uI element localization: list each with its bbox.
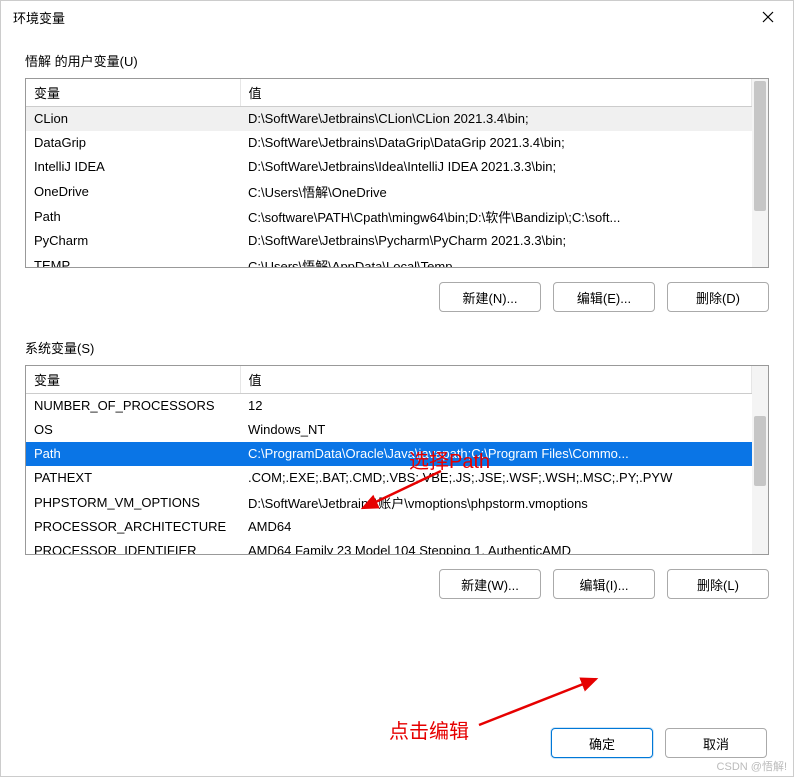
cell-value: D:\SoftWare\Jetbrains\账户\vmoptions\phpst… xyxy=(240,490,752,515)
system-variables-group: 系统变量(S) 变量 值 NUMBER_OF_PROC xyxy=(25,338,769,599)
system-variables-table[interactable]: 变量 值 NUMBER_OF_PROCESSORS 12 OS Wi xyxy=(26,366,752,554)
cell-value: D:\SoftWare\Jetbrains\CLion\CLion 2021.3… xyxy=(240,107,752,131)
user-new-button[interactable]: 新建(N)... xyxy=(439,282,541,312)
column-header-value[interactable]: 值 xyxy=(240,79,752,107)
cell-variable: OS xyxy=(26,418,240,442)
cell-value: D:\SoftWare\Jetbrains\DataGrip\DataGrip … xyxy=(240,131,752,155)
system-scrollbar[interactable] xyxy=(752,366,768,554)
table-row[interactable]: PHPSTORM_VM_OPTIONS D:\SoftWare\Jetbrain… xyxy=(26,490,752,515)
arrow-click-edit-icon xyxy=(471,673,611,733)
table-row[interactable]: TEMP C:\Users\悟解\AppData\Local\Temp xyxy=(26,253,752,268)
system-variables-label: 系统变量(S) xyxy=(25,338,769,357)
table-row[interactable]: PROCESSOR_IDENTIFIER AMD64 Family 23 Mod… xyxy=(26,539,752,555)
table-row[interactable]: Path C:\software\PATH\Cpath\mingw64\bin;… xyxy=(26,204,752,229)
annotation-click-edit: 点击编辑 xyxy=(389,715,469,744)
user-variables-label: 悟解 的用户变量(U) xyxy=(25,51,769,70)
system-new-button[interactable]: 新建(W)... xyxy=(439,569,541,599)
cell-value: AMD64 xyxy=(240,515,752,539)
cell-variable: OneDrive xyxy=(26,179,240,204)
cell-value: C:\Users\悟解\OneDrive xyxy=(240,179,752,204)
cell-variable: PATHEXT xyxy=(26,466,240,490)
dialog-title: 环境变量 xyxy=(13,8,65,27)
user-variables-table[interactable]: 变量 值 CLion D:\SoftWare\Jetbrains\CLion\C… xyxy=(26,79,752,267)
cell-variable: DataGrip xyxy=(26,131,240,155)
watermark: CSDN @悟解! xyxy=(717,758,787,774)
cell-variable: Path xyxy=(26,442,240,466)
table-row[interactable]: OS Windows_NT xyxy=(26,418,752,442)
cell-value: D:\SoftWare\Jetbrains\Pycharm\PyCharm 20… xyxy=(240,229,752,253)
close-icon xyxy=(762,11,774,23)
dialog-footer: 确定 取消 xyxy=(551,728,767,758)
cell-variable: Path xyxy=(26,204,240,229)
user-buttons: 新建(N)... 编辑(E)... 删除(D) xyxy=(25,282,769,312)
close-button[interactable] xyxy=(753,5,783,29)
table-row[interactable]: IntelliJ IDEA D:\SoftWare\Jetbrains\Idea… xyxy=(26,155,752,179)
table-row[interactable]: OneDrive C:\Users\悟解\OneDrive xyxy=(26,179,752,204)
cell-value: AMD64 Family 23 Model 104 Stepping 1, Au… xyxy=(240,539,752,555)
cell-value: C:\software\PATH\Cpath\mingw64\bin;D:\软件… xyxy=(240,204,752,229)
cell-value: C:\Users\悟解\AppData\Local\Temp xyxy=(240,253,752,268)
scrollbar-thumb[interactable] xyxy=(754,416,766,486)
system-edit-button[interactable]: 编辑(I)... xyxy=(553,569,655,599)
cell-variable: CLion xyxy=(26,107,240,131)
user-variables-table-wrap: 变量 值 CLion D:\SoftWare\Jetbrains\CLion\C… xyxy=(25,78,769,268)
cell-variable: TEMP xyxy=(26,253,240,268)
cell-value: .COM;.EXE;.BAT;.CMD;.VBS;.VBE;.JS;.JSE;.… xyxy=(240,466,752,490)
cell-variable: PROCESSOR_ARCHITECTURE xyxy=(26,515,240,539)
cancel-button[interactable]: 取消 xyxy=(665,728,767,758)
cell-value: Windows_NT xyxy=(240,418,752,442)
cell-variable: PROCESSOR_IDENTIFIER xyxy=(26,539,240,555)
table-row[interactable]: PyCharm D:\SoftWare\Jetbrains\Pycharm\Py… xyxy=(26,229,752,253)
titlebar: 环境变量 xyxy=(1,1,793,33)
table-row[interactable]: Path C:\ProgramData\Oracle\Java\javapath… xyxy=(26,442,752,466)
environment-variables-dialog: 环境变量 悟解 的用户变量(U) 变量 值 xyxy=(0,0,794,777)
table-row[interactable]: PATHEXT .COM;.EXE;.BAT;.CMD;.VBS;.VBE;.J… xyxy=(26,466,752,490)
column-header-variable[interactable]: 变量 xyxy=(26,366,240,394)
cell-variable: NUMBER_OF_PROCESSORS xyxy=(26,394,240,418)
cell-variable: PyCharm xyxy=(26,229,240,253)
user-scrollbar[interactable] xyxy=(752,79,768,267)
user-delete-button[interactable]: 删除(D) xyxy=(667,282,769,312)
table-row[interactable]: NUMBER_OF_PROCESSORS 12 xyxy=(26,394,752,418)
cell-variable: IntelliJ IDEA xyxy=(26,155,240,179)
table-row[interactable]: DataGrip D:\SoftWare\Jetbrains\DataGrip\… xyxy=(26,131,752,155)
dialog-content: 悟解 的用户变量(U) 变量 值 CLion xyxy=(1,33,793,641)
system-variables-table-wrap: 变量 值 NUMBER_OF_PROCESSORS 12 OS Wi xyxy=(25,365,769,555)
column-header-variable[interactable]: 变量 xyxy=(26,79,240,107)
user-edit-button[interactable]: 编辑(E)... xyxy=(553,282,655,312)
table-row[interactable]: PROCESSOR_ARCHITECTURE AMD64 xyxy=(26,515,752,539)
system-delete-button[interactable]: 删除(L) xyxy=(667,569,769,599)
scrollbar-thumb[interactable] xyxy=(754,81,766,211)
ok-button[interactable]: 确定 xyxy=(551,728,653,758)
user-variables-group: 悟解 的用户变量(U) 变量 值 CLion xyxy=(25,51,769,312)
system-buttons: 新建(W)... 编辑(I)... 删除(L) xyxy=(25,569,769,599)
cell-value: D:\SoftWare\Jetbrains\Idea\IntelliJ IDEA… xyxy=(240,155,752,179)
column-header-value[interactable]: 值 xyxy=(240,366,752,394)
cell-value: C:\ProgramData\Oracle\Java\javapath;C:\P… xyxy=(240,442,752,466)
cell-value: 12 xyxy=(240,394,752,418)
table-row[interactable]: CLion D:\SoftWare\Jetbrains\CLion\CLion … xyxy=(26,107,752,131)
cell-variable: PHPSTORM_VM_OPTIONS xyxy=(26,490,240,515)
